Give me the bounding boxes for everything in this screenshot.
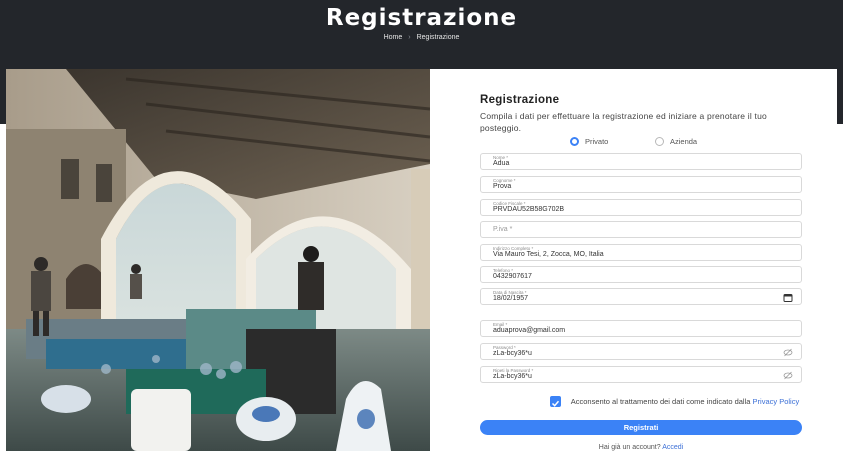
registration-panel: Registrazione Compila i dati per effettu… [430,69,837,451]
data-nascita-field[interactable]: Data di Nascita * 18/02/1957 [480,288,802,305]
consent-checkbox[interactable] [550,396,561,407]
radio-azienda[interactable]: Azienda [655,137,697,146]
breadcrumb-home-link[interactable]: Home [384,34,403,41]
form-title: Registrazione [480,94,560,106]
nome-value: Adua [493,160,510,167]
page-title: Registrazione [325,5,518,31]
breadcrumb-current: Registrazione [416,34,460,41]
account-type-radio-group: Privato Azienda [480,137,802,149]
telefono-field[interactable]: Telefono * 0432907617 [480,266,802,283]
password-field[interactable]: Password * zLa-bcy36*u [480,343,802,360]
privacy-policy-link[interactable]: Privacy Policy [753,397,800,406]
data-nascita-value: 18/02/1957 [493,295,529,302]
cognome-value: Prova [493,183,512,190]
telefono-value: 0432907617 [493,273,532,280]
radio-selected-icon [570,137,579,146]
breadcrumb-separator: › [408,34,411,41]
accedi-link[interactable]: Accedi [662,444,683,451]
piva-field[interactable]: P.iva * [480,221,802,238]
eye-off-icon[interactable] [783,348,793,357]
login-prompt-text: Hai già un account? [598,444,661,451]
registrati-button[interactable]: Registrati [480,420,802,435]
cognome-field[interactable]: Cognome * Prova [480,176,802,193]
indirizzo-value: Via Mauro Tesi, 2, Zocca, MO, Italia [493,251,604,258]
eye-off-icon[interactable] [783,371,793,380]
consent-text: Acconsento al trattamento dei dati come … [565,396,805,407]
login-prompt: Hai già un account? Accedi [480,444,802,451]
consent-label: Acconsento al trattamento dei dati come … [570,397,751,406]
radio-unselected-icon [655,137,664,146]
radio-privato-label: Privato [585,137,609,146]
codice-fiscale-value: PRVDAU52B58G702B [493,206,565,213]
hero-photo [6,69,430,451]
email-field[interactable]: Email * aduaprova@gmail.com [480,320,802,337]
radio-azienda-label: Azienda [670,137,698,146]
ripeti-password-field[interactable]: Ripeti la Password * zLa-bcy36*u [480,366,802,383]
market-arcade-image [6,69,430,451]
ripeti-password-value: zLa-bcy36*u [493,373,532,380]
calendar-icon[interactable] [783,293,793,302]
email-value: aduaprova@gmail.com [493,327,566,334]
piva-placeholder: P.iva * [493,226,513,233]
form-subtitle: Compila i dati per effettuare la registr… [480,111,767,133]
codice-fiscale-field[interactable]: Codice Fiscale * PRVDAU52B58G702B [480,199,802,216]
breadcrumb: Home › Registrazione [0,34,843,41]
check-icon [551,400,560,407]
password-value: zLa-bcy36*u [493,350,532,357]
radio-privato[interactable]: Privato [570,137,608,146]
indirizzo-field[interactable]: Indirizzo Completo * Via Mauro Tesi, 2, … [480,244,802,261]
nome-field[interactable]: Nome * Adua [480,153,802,170]
